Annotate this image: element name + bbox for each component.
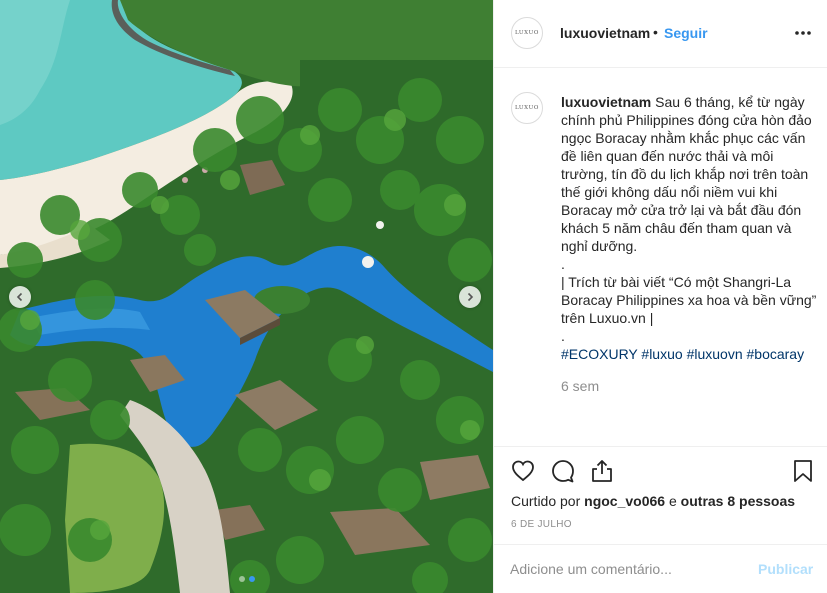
caption: luxuovietnam Sau 6 tháng, kể từ ngày chí… — [561, 93, 817, 363]
instagram-post: LUXUO luxuovietnam • Seguir LUXUO luxuov… — [0, 0, 827, 593]
more-options-icon[interactable] — [794, 24, 812, 42]
resort-aerial-image — [0, 0, 493, 593]
caption-dot: . — [561, 256, 565, 272]
caption-timestamp[interactable]: 6 sem — [561, 378, 599, 394]
action-bar — [494, 448, 827, 492]
follow-button[interactable]: Seguir — [664, 25, 708, 41]
hashtag-link[interactable]: #luxuo — [641, 346, 682, 362]
likes-summary: Curtido por ngoc_vo066 e outras 8 pessoa… — [511, 493, 795, 509]
post-header: LUXUO luxuovietnam • Seguir — [494, 0, 827, 68]
publish-button[interactable]: Publicar — [758, 561, 813, 577]
caption-avatar[interactable]: LUXUO — [511, 92, 543, 124]
liker-username[interactable]: ngoc_vo066 — [584, 493, 665, 509]
caption-text: Sau 6 tháng, kể từ ngày chính phủ Philip… — [561, 94, 812, 254]
carousel-dot-active — [248, 576, 255, 582]
chevron-right-icon — [467, 292, 474, 302]
comments-section: LUXUO luxuovietnam Sau 6 tháng, kể từ ng… — [494, 68, 827, 447]
hashtag-link[interactable]: #bocaray — [747, 346, 805, 362]
carousel-next-button[interactable] — [459, 286, 481, 308]
comment-input[interactable] — [510, 558, 740, 580]
caption-dot: . — [561, 328, 565, 344]
likes-prefix: Curtido por — [511, 493, 581, 509]
hashtag-link[interactable]: #luxuovn — [687, 346, 743, 362]
header-separator: • — [653, 24, 658, 40]
comment-bubble-icon[interactable] — [550, 458, 576, 484]
caption-username[interactable]: luxuovietnam — [561, 94, 651, 110]
heart-icon[interactable] — [510, 458, 536, 484]
likes-others-link[interactable]: outras 8 pessoas — [681, 493, 795, 509]
bookmark-icon[interactable] — [790, 458, 816, 484]
post-date[interactable]: 6 DE JULHO — [511, 519, 572, 530]
carousel-indicator — [0, 576, 493, 582]
hashtag-link[interactable]: #ECOXURY — [561, 346, 638, 362]
avatar[interactable]: LUXUO — [511, 17, 543, 49]
add-comment-bar: Publicar — [494, 544, 827, 593]
likes-connector: e — [668, 493, 677, 509]
header-username[interactable]: luxuovietnam — [560, 25, 650, 41]
carousel-dot — [238, 576, 245, 582]
carousel-prev-button[interactable] — [9, 286, 31, 308]
post-side-panel: LUXUO luxuovietnam • Seguir LUXUO luxuov… — [493, 0, 827, 593]
hashtag-list: #ECOXURY #luxuo #luxuovn #bocaray — [561, 345, 817, 363]
caption-quote: | Trích từ bài viết “Có một Shangri-La B… — [561, 274, 817, 326]
share-icon[interactable] — [589, 458, 615, 484]
chevron-left-icon — [16, 292, 23, 302]
post-photo[interactable] — [0, 0, 493, 593]
